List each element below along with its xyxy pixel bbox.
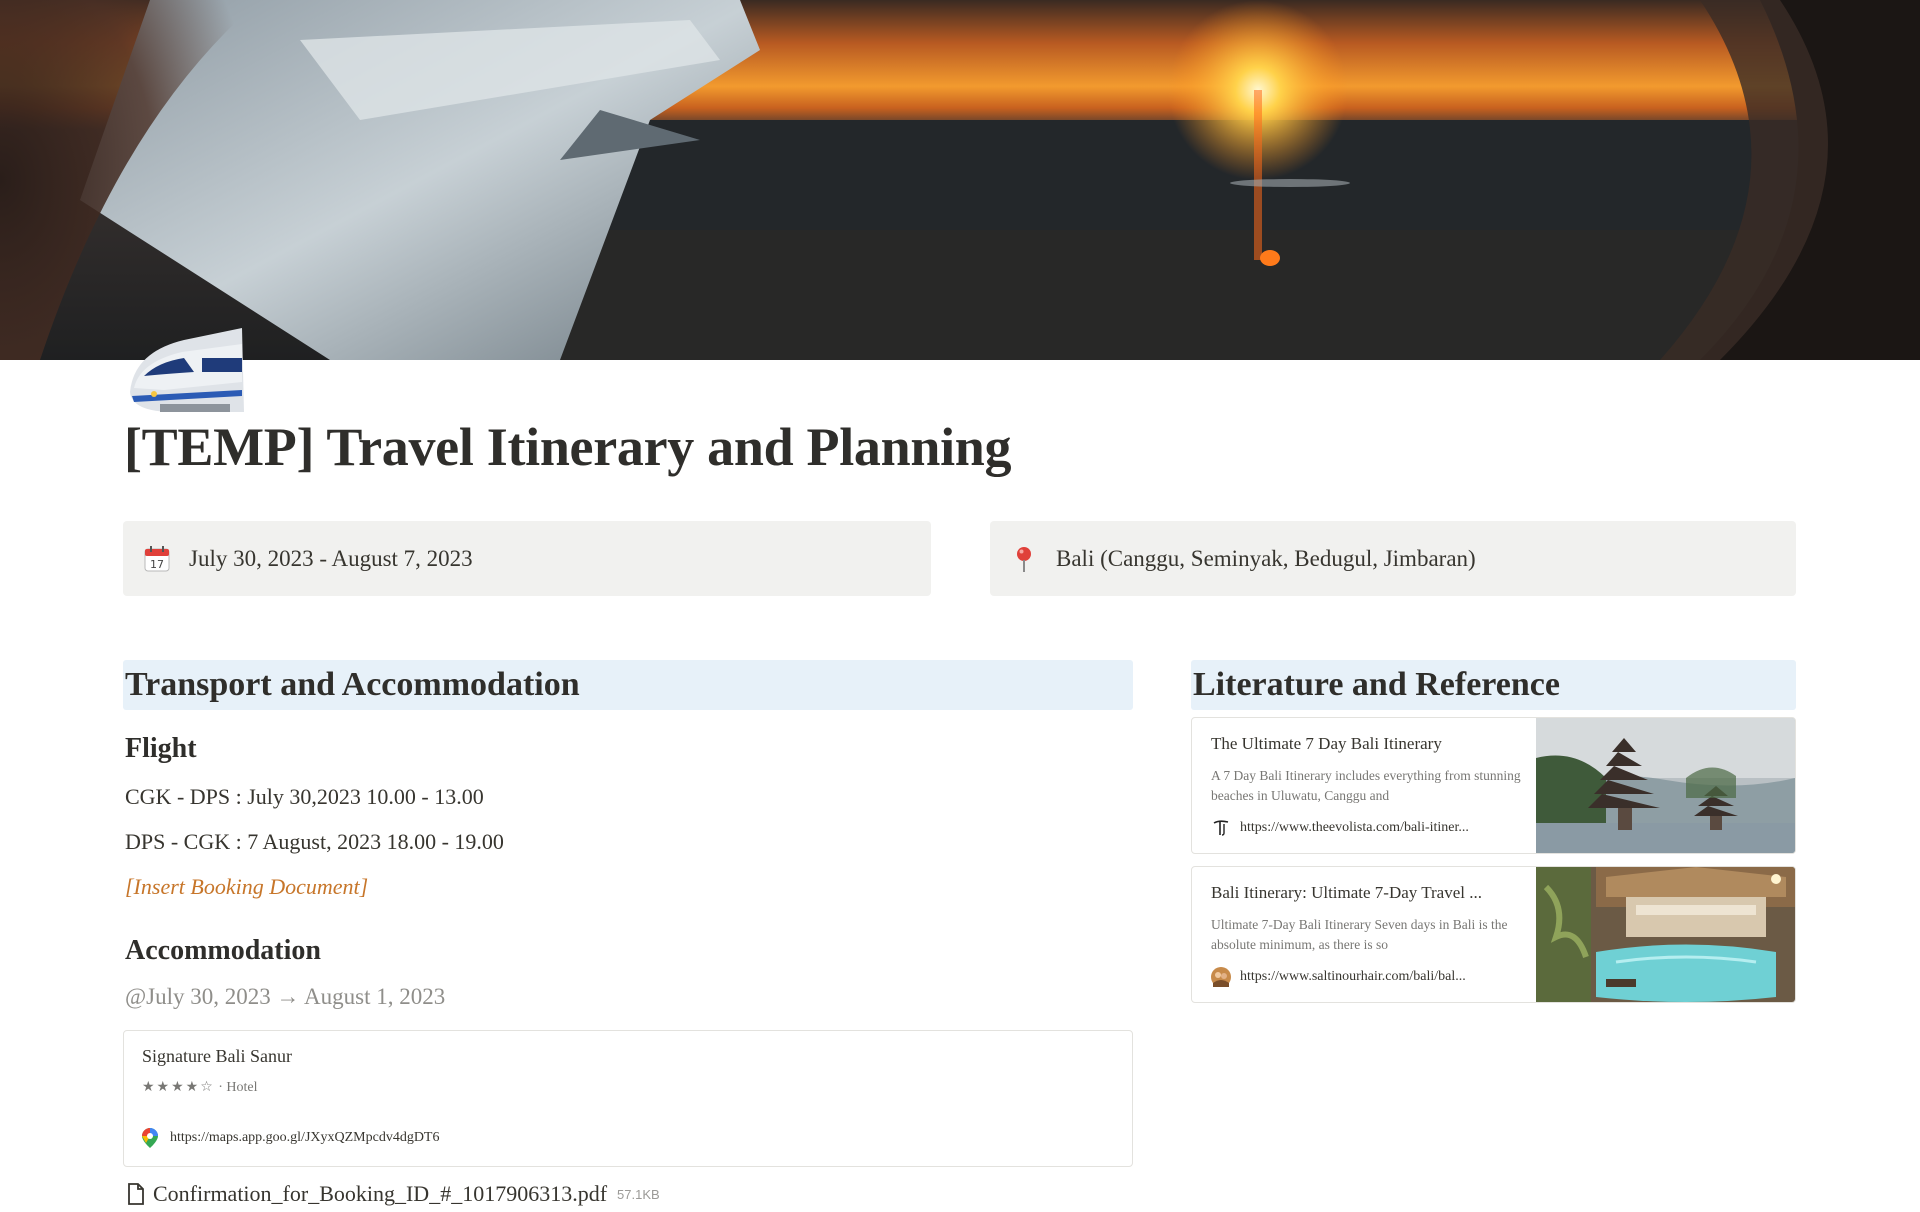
file-name: Confirmation_for_Booking_ID_#_1017906313… [153, 1181, 608, 1206]
theevolista-logo-icon [1211, 818, 1231, 838]
bookmark-description: Ultimate 7-Day Bali Itinerary Seven days… [1211, 917, 1508, 952]
place-name: Signature Bali Sanur [142, 1046, 292, 1066]
place-type: · Hotel [218, 1080, 258, 1095]
bookmark-url-text: https://www.theevolista.com/bali-itiner.… [1240, 820, 1469, 835]
bookmark-thumbnail-temple [1536, 718, 1795, 853]
literature-heading: Literature and Reference [1191, 660, 1796, 710]
svg-text:17: 17 [150, 558, 164, 571]
dates-callout: 17 July 30, 2023 - August 7, 2023 [123, 521, 931, 596]
cover-image [0, 0, 1920, 360]
bookmark-url-text: https://www.saltinourhair.com/bali/bal..… [1240, 969, 1466, 984]
bookmark-title: Bali Itinerary: Ultimate 7-Day Travel ..… [1211, 883, 1482, 902]
bookmark-description: A 7 Day Bali Itinerary includes everythi… [1211, 768, 1521, 803]
round-pushpin-icon [1008, 543, 1040, 575]
bookmark-card[interactable]: Bali Itinerary: Ultimate 7-Day Travel ..… [1191, 866, 1796, 1003]
flight-line-2: DPS - CGK : 7 August, 2023 18.00 - 19.00 [125, 829, 504, 854]
location-text: Bali (Canggu, Seminyak, Bedugul, Jimbara… [1056, 545, 1476, 571]
bookmark-url: https://www.saltinourhair.com/bali/bal..… [1211, 967, 1526, 987]
booking-document-placeholder[interactable]: [Insert Booking Document] [125, 874, 368, 900]
dates-text: July 30, 2023 - August 7, 2023 [189, 545, 473, 571]
place-url-text: https://maps.app.goo.gl/JXyxQZMpcdv4dgDT… [170, 1130, 440, 1145]
bookmark-url: https://www.theevolista.com/bali-itiner.… [1211, 818, 1526, 838]
bookmark-text: Bali Itinerary: Ultimate 7-Day Travel ..… [1192, 867, 1536, 1002]
google-maps-pin-icon [142, 1128, 158, 1148]
page-title: [TEMP] Travel Itinerary and Planning [124, 417, 1012, 477]
transport-heading: Transport and Accommodation [123, 660, 1133, 710]
bookmark-card[interactable]: The Ultimate 7 Day Bali Itinerary A 7 Da… [1191, 717, 1796, 854]
bullet-train-icon[interactable] [124, 322, 250, 418]
booking-file-attachment[interactable]: Confirmation_for_Booking_ID_#_1017906313… [125, 1181, 660, 1207]
place-meta: ★★★★☆ · Hotel [142, 1079, 258, 1096]
flight-heading: Flight [125, 733, 197, 764]
place-url-link[interactable]: https://maps.app.goo.gl/JXyxQZMpcdv4dgDT… [142, 1128, 440, 1148]
saltinourhair-avatar-icon [1211, 967, 1231, 987]
place-card[interactable]: Signature Bali Sanur ★★★★☆ · Hotel https… [123, 1030, 1133, 1167]
place-rating-stars: ★★★★☆ [142, 1079, 215, 1095]
bookmark-thumbnail-pool [1536, 867, 1795, 1002]
bookmark-text: The Ultimate 7 Day Bali Itinerary A 7 Da… [1192, 718, 1536, 853]
file-size: 57.1KB [617, 1186, 660, 1202]
bookmark-title: The Ultimate 7 Day Bali Itinerary [1211, 734, 1442, 753]
accommodation-date-mention[interactable]: @July 30, 2023 → August 1, 2023 [125, 984, 445, 1010]
file-icon [125, 1182, 147, 1206]
location-callout: Bali (Canggu, Seminyak, Bedugul, Jimbara… [990, 521, 1796, 596]
calendar-icon: 17 [141, 543, 173, 575]
flight-line-1: CGK - DPS : July 30,2023 10.00 - 13.00 [125, 784, 484, 809]
accommodation-heading: Accommodation [125, 935, 321, 966]
